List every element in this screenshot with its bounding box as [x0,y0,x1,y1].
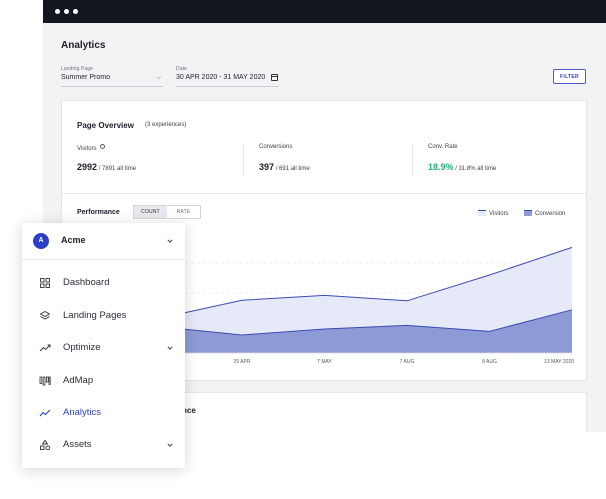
chart-x-tick-label: 8 AUG [482,359,497,365]
window-dot-icon[interactable] [73,9,78,14]
sidebar-item-optimize[interactable]: Optimize [22,332,185,364]
sidebar-item-label: AdMap [63,375,94,386]
page-title: Analytics [61,40,106,51]
sidebar-item-label: Optimize [63,342,101,353]
window-dot-icon[interactable] [64,9,69,14]
chevron-down-icon [167,239,173,243]
org-switcher[interactable]: A Acme [22,223,185,260]
chart-x-tick-label: 7 AUG [400,359,415,365]
chevron-down-icon [167,346,173,350]
avatar: A [33,233,49,249]
chart-x-tick-label: 13 MAY 2020 [544,359,574,365]
sidebar-item-landing-pages[interactable]: Landing Pages [22,300,185,332]
dashboard-icon [40,278,50,288]
admap-icon [39,376,51,386]
chart-x-tick-label: 7 MAY [317,359,332,365]
chevron-down-icon [167,443,173,447]
sidebar-item-dashboard[interactable]: Dashboard [22,267,185,299]
assets-icon [40,440,51,451]
sidebar-item-analytics[interactable]: Analytics [22,397,185,429]
sidebar-item-admap[interactable]: AdMap [22,365,185,397]
layers-icon [40,311,50,320]
analytics-icon [39,409,51,417]
org-name: Acme [61,235,86,245]
date-value: 30 APR 2020 - 31 MAY 2020 [176,74,266,81]
landing-page-select[interactable]: Summer Promo ⌵ [61,72,163,87]
sidebar-item-assets[interactable]: Assets [22,429,185,461]
window-titlebar [43,0,606,23]
date-picker[interactable]: 30 APR 2020 - 31 MAY 2020 [176,72,279,87]
sidebar-nav: A Acme Dashboard Landing Pages Optimize [22,223,185,468]
calendar-icon [271,74,278,81]
filter-button[interactable]: FILTER [553,69,586,84]
chevron-down-icon: ⌵ [156,75,161,81]
landing-page-value: Summer Promo [61,74,111,81]
sidebar-item-label: Assets [63,439,92,450]
sidebar-item-label: Dashboard [63,277,110,288]
sidebar-item-label: Landing Pages [63,310,127,321]
chart-x-tick-label: 29 APR [234,359,251,365]
trend-icon [39,344,51,352]
sidebar-item-label: Analytics [63,407,102,418]
window-dot-icon[interactable] [55,9,60,14]
